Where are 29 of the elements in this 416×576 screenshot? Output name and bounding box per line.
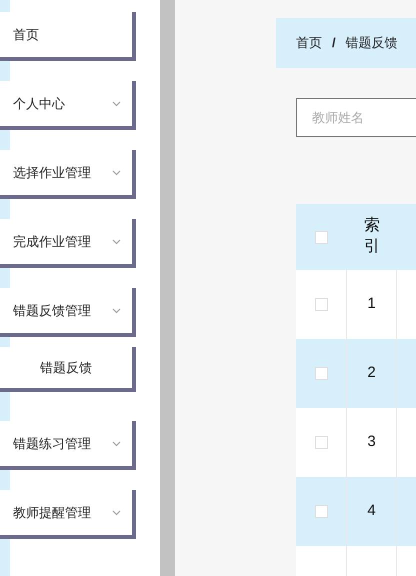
checkbox[interactable] [314,367,328,380]
menu-item[interactable]: 教师提醒管理 [0,490,136,539]
chevron-down-icon [112,238,121,244]
chevron-down-icon [112,510,121,516]
search-field[interactable]: 教师姓名 [296,98,416,137]
checkbox[interactable] [315,230,328,244]
breadcrumb-link[interactable]: 首页 [296,33,322,53]
menu-item[interactable]: 完成作业管理 [0,219,136,268]
chevron-down-icon [112,308,121,314]
chevron-down-icon [112,100,121,106]
submenu-item[interactable]: 错题反馈 [0,347,136,392]
breadcrumb-link[interactable]: 错题反馈 [346,33,398,53]
table-cell-text: 1 [367,294,376,314]
table-cell-text: 4 [367,501,376,522]
breadcrumb-separator: / [332,34,336,52]
menu-item[interactable]: 首页 [0,12,136,61]
scrollbar[interactable] [160,0,175,576]
chevron-down-icon [112,440,121,446]
column-header: 索引 [363,216,381,257]
menu-item[interactable]: 错题练习管理 [0,421,136,470]
menu-item[interactable]: 个人中心 [0,81,136,130]
table-cell-text: 2 [367,363,376,384]
menu-item[interactable]: 选择作业管理 [0,150,136,199]
checkbox[interactable] [314,505,328,518]
menu-item[interactable]: 错题反馈管理 [0,288,136,337]
checkbox[interactable] [314,298,328,311]
table-cell-text: 3 [367,432,376,452]
chevron-down-icon [112,170,121,176]
checkbox[interactable] [314,436,328,449]
